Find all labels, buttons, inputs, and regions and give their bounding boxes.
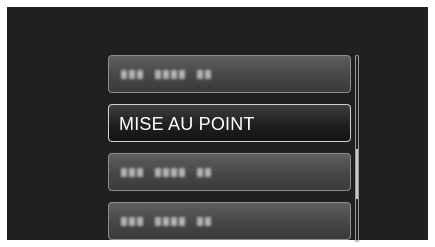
scrollbar-track[interactable]	[355, 55, 359, 242]
camera-menu-screen: MISE AU POINT	[7, 7, 428, 242]
blurred-label	[121, 167, 211, 178]
blurred-label	[121, 216, 211, 227]
menu-item-label: MISE AU POINT	[119, 114, 255, 134]
blurred-label	[121, 69, 211, 80]
scrollbar-thumb[interactable]	[356, 149, 358, 199]
menu-item-4[interactable]	[108, 202, 351, 240]
menu-item-mise-au-point[interactable]: MISE AU POINT	[108, 104, 351, 142]
menu-item-3[interactable]	[108, 153, 351, 191]
menu-item-1[interactable]	[108, 55, 351, 93]
